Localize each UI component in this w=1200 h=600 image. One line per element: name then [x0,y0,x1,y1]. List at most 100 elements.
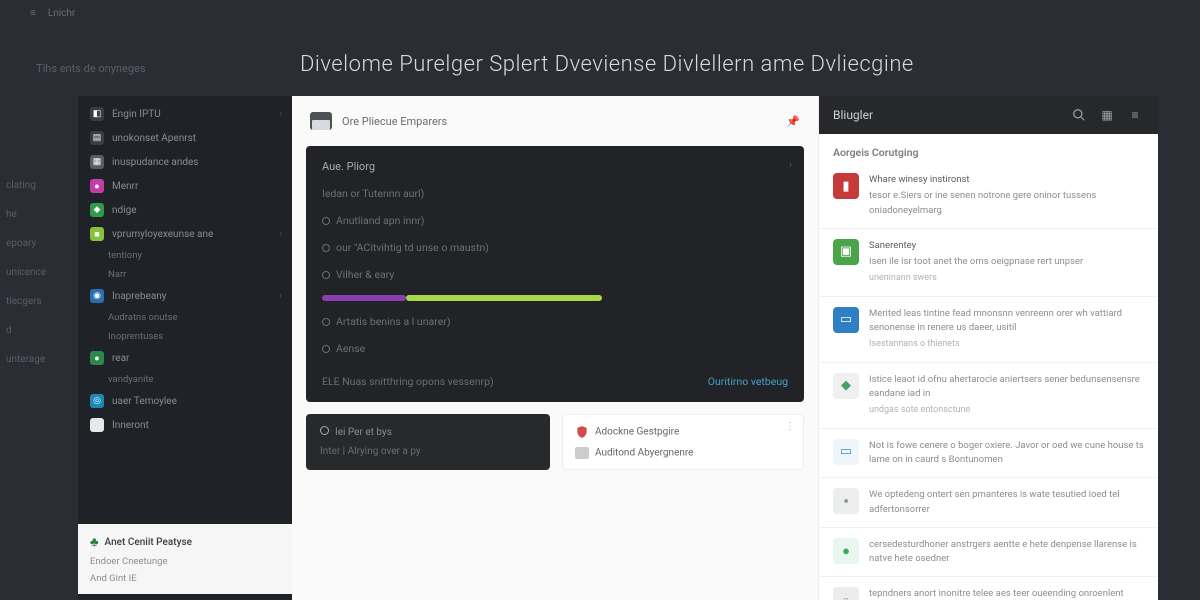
pane-sub: Iedan or Tutennn aurl) [322,187,788,200]
nav-item[interactable]: ◉ Inaprebeany › [78,284,292,308]
card-icon: ▭ [833,439,859,465]
footer-sub2[interactable]: And Gint IE [90,573,280,584]
menu-icon[interactable]: ≡ [1126,106,1144,124]
nav-item[interactable]: ◆ ndige [78,198,292,222]
nav-item-label: unokonset Apenrst [112,133,196,144]
page-subtitle: Tihs ents de onyneges [36,62,146,75]
card-body: Istice leaot id ofnu ahertarocie anierts… [869,373,1144,418]
nav-item-label: rear [112,353,129,364]
nav-item[interactable]: ■vprumyloyexeunse ane› [78,222,292,246]
nav-item-icon: ◎ [90,394,104,408]
tab-menu[interactable]: ≡ [30,8,36,19]
nav-sub-item[interactable]: Inoprentuses [78,327,292,346]
nav-item[interactable]: ◎ uaer Temoylee [78,389,292,413]
outer-nav-item[interactable]: unicence [6,267,74,278]
content-pane: › Aue. Pliorg Iedan or Tutennn aurl) Anu… [306,146,804,402]
nav-footer: ♣Anet Ceniit Peatyse Endoer Cneetunge An… [78,524,292,594]
chevron-right-icon[interactable]: › [789,160,792,171]
nav-item[interactable]: ▤ unokonset Apenrst [78,126,292,150]
card-body: We optedeng ontert sen pmanteres is wate… [869,488,1144,517]
card-icon: ● [833,538,859,564]
nav-item-icon: ■ [90,227,104,241]
feed-card[interactable]: ▪We optedeng ontert sen pmanteres is wat… [819,478,1158,528]
chevron-icon: › [279,109,282,119]
pane-line: Vilher & eary [336,268,394,281]
mini-r-title: Adockne Gestpgire [595,427,679,438]
card-body: Whare winesy instironsttesor e.Siers or … [869,173,1144,218]
card-body: cersedesturdhoner anstrgers aentte e het… [869,538,1144,567]
pane-line: our "ACitvihtig td unse o maustn) [336,241,489,254]
card-body: Not is fowe cenere o boger oxiere. Javor… [869,439,1144,468]
nav-item-icon: ▤ [90,131,104,145]
left-nav: ◧ Engin IPTU › ▤ unokonset Apenrst ▦ inuspudan… [78,96,292,600]
nav-item[interactable]: ◧ Engin IPTU › [78,102,292,126]
outer-nav-item[interactable]: clating [6,180,74,191]
outer-nav-item[interactable]: epoary [6,238,74,249]
mini-card-right[interactable]: ⋮ Adockne Gestpgire Auditond Abyergnenre [562,414,804,470]
nav-item[interactable]: ▦ inuspudance andes [78,150,292,174]
center-pane: Ore Pliecue Emparers 📌 › Aue. Pliorg Ied… [292,96,818,600]
tab-label[interactable]: Lnichr [48,8,75,19]
grid-icon[interactable]: ▦ [1098,106,1116,124]
outer-nav-item[interactable]: d [6,325,74,336]
nav-item-label: ndige [112,205,137,216]
card-icon: ▫ [833,587,859,600]
nav-item-label: Engin IPTU [112,109,161,120]
right-section-title: Aorgeis Corutging [819,134,1158,163]
app-window: ◧ Engin IPTU › ▤ unokonset Apenrst ▦ inuspudan… [78,96,1158,600]
progress-segment [322,295,406,301]
nav-item-label: Inaprebeany [112,291,167,302]
nav-sub-item[interactable]: tentiony [78,246,292,265]
window-tabs: ≡ Lnichr [30,8,75,19]
outer-nav-item[interactable]: unterage [6,354,74,365]
center-header: Ore Pliecue Emparers 📌 [292,96,818,146]
nav-item-icon: ◆ [90,203,104,217]
search-icon[interactable] [1070,106,1088,124]
nav-item-label: uaer Temoylee [112,396,177,407]
folder-icon [310,112,332,130]
pane-heading: Aue. Pliorg [322,160,788,173]
feed-card[interactable]: ▣ SanerenteyIsen ile isr toot anet the or… [819,229,1158,297]
nav-sub-item[interactable]: Narr [78,265,292,284]
center-header-title: Ore Pliecue Emparers [342,115,447,128]
feed-card[interactable]: ◆Istice leaot id ofnu ahertarocie aniert… [819,363,1158,429]
feed-card[interactable]: ▫ tepndners anort inonitre telee aes teer… [819,577,1158,600]
feed-card[interactable]: ▮ Whare winesy instironsttesor e.Siers or… [819,163,1158,229]
outer-nav-item[interactable]: tiecgers [6,296,74,307]
outer-nav-item[interactable]: he [6,209,74,220]
nav-item-label: inuspudance andes [112,157,198,168]
footer-sub1[interactable]: Endoer Cneetunge [90,556,280,567]
mini-r-sub: Auditond Abyergnenre [595,448,694,459]
nav-item[interactable]: Inneront [78,413,292,437]
feed-card[interactable]: ▭ Not is fowe cenere o boger oxiere. Javo… [819,429,1158,479]
card-body: tepndners anort inonitre telee aes teer … [869,587,1144,600]
progress-bar [322,295,788,301]
chevron-icon: › [279,291,282,301]
nav-item-icon: ▦ [90,155,104,169]
nav-sub-item[interactable]: vandyanite [78,370,292,389]
progress-segment [406,295,602,301]
nav-item[interactable]: ● rear [78,346,292,370]
mini-card-left[interactable]: Iei Per et bys Inter | Alrying over a py [306,414,550,470]
right-panel: Bliugler ▦ ≡ Aorgeis Corutging ▮ Whare wi… [818,96,1158,600]
more-icon[interactable]: ⋮ [785,421,795,432]
feed-card[interactable]: ● cersedesturdhoner anstrgers aentte e he… [819,528,1158,578]
nav-item-icon: ◉ [90,289,104,303]
card-body: SanerenteyIsen ile isr toot anet the orn… [869,239,1144,286]
pane-bottom-left: ELE Nuas snitthring opons vessenrp) [322,375,494,388]
right-toolbar: Bliugler ▦ ≡ [819,96,1158,134]
nav-item-label: vprumyloyexeunse ane [112,229,213,240]
card-icon: ▮ [833,173,859,199]
shield-icon [575,425,589,439]
nav-item-icon: ◧ [90,107,104,121]
page-title: Divelome Purelger Splert Dveviense Divle… [300,52,914,77]
card-icon: ▣ [833,239,859,265]
nav-sub-item[interactable]: Audratns onutse [78,308,292,327]
pane-bottom-link[interactable]: Ouritirno vetbeug [708,375,788,388]
nav-item[interactable]: ●Menrr [78,174,292,198]
pin-icon[interactable]: 📌 [786,115,800,128]
nav-item-icon: ● [90,351,104,365]
nav-item-label: Inneront [112,420,149,431]
feed-card[interactable]: ▭Merited leas tintine fead mnonsnn venre… [819,297,1158,363]
card-body: Merited leas tintine fead mnonsnn venree… [869,307,1144,352]
